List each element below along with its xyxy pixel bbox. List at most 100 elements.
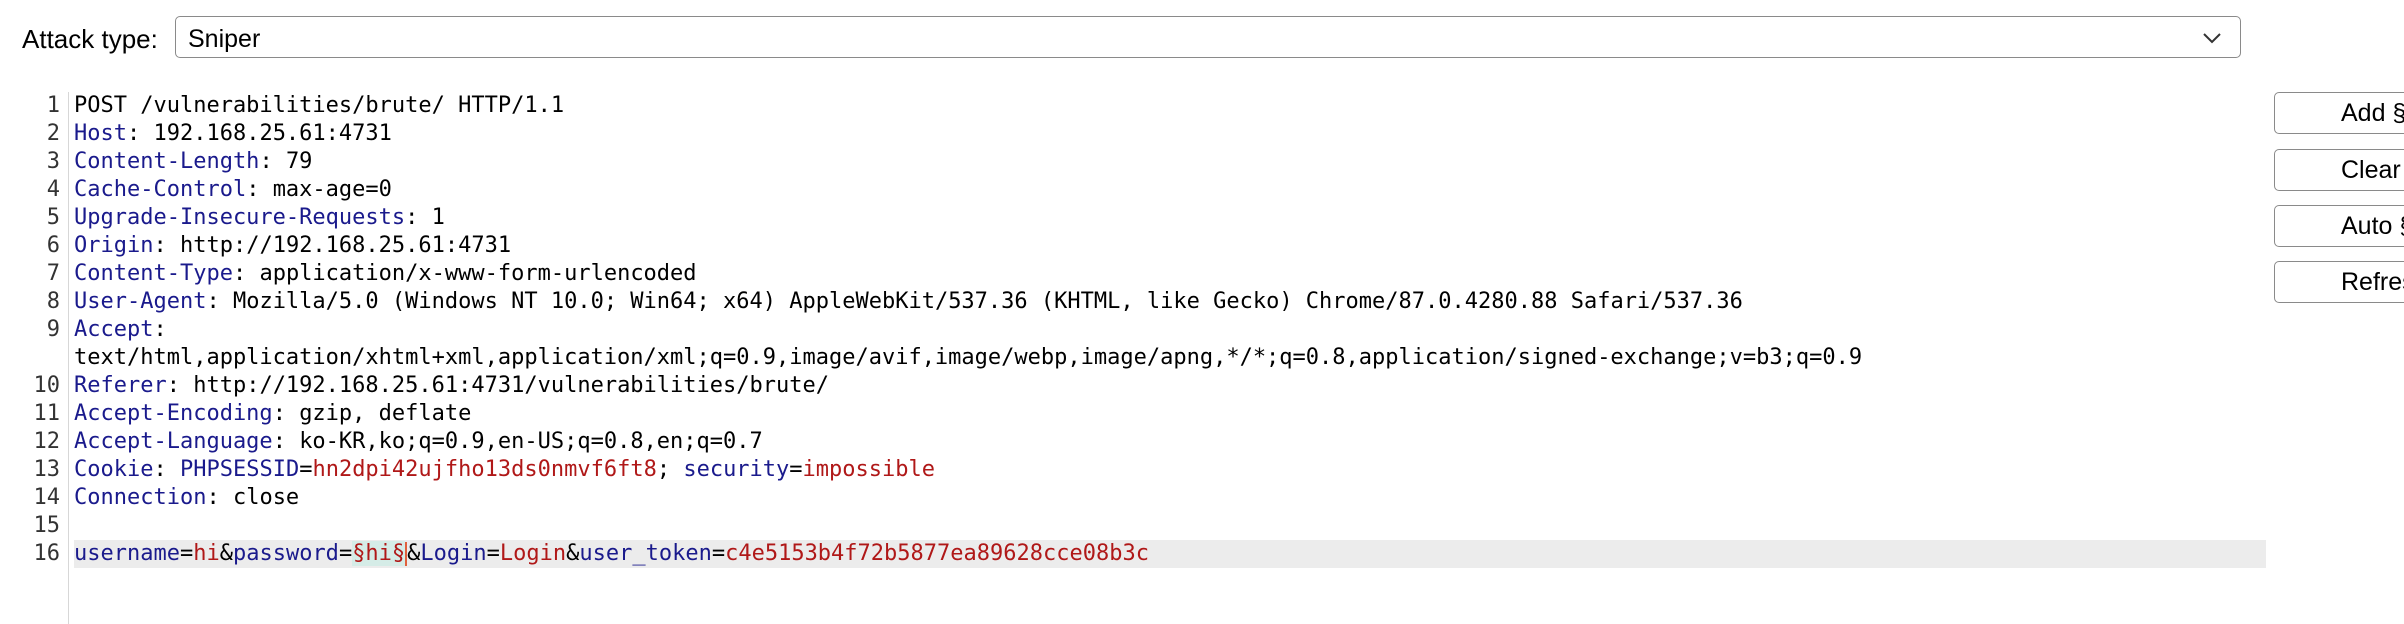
line-number: 6 [46, 233, 60, 258]
header-sep: : [272, 429, 300, 454]
request-editor[interactable]: 1 2 3 4 5 6 7 8 9 10 11 12 13 14 15 16 P… [22, 92, 2266, 624]
cookie-key: security [683, 457, 790, 482]
line-number: 4 [46, 177, 60, 202]
header-sep: : [232, 261, 260, 286]
header-line: User-Agent: Mozilla/5.0 (Windows NT 10.0… [74, 288, 1743, 316]
line-number: 5 [46, 205, 60, 230]
add-marker-button[interactable]: Add § [2274, 92, 2404, 134]
header-line: Referer: http://192.168.25.61:4731/vulne… [74, 372, 829, 400]
header-sep: : [153, 233, 180, 258]
ampersand: & [566, 541, 580, 566]
header-name: Referer [74, 373, 167, 398]
header-value: Mozilla/5.0 (Windows NT 10.0; Win64; x64… [232, 289, 1743, 314]
equals: = [711, 541, 726, 566]
header-name: Cookie [74, 457, 154, 482]
header-value: 1 [431, 205, 445, 230]
header-line: Connection: close [74, 484, 299, 512]
header-name: Accept [74, 317, 154, 342]
header-name: Cache-Control [74, 177, 247, 202]
header-line: Accept-Language: ko-KR,ko;q=0.9,en-US;q=… [74, 428, 763, 456]
equals: = [179, 541, 194, 566]
body-line: username=hi&password=§hi§&Login=Login&us… [74, 540, 2266, 568]
cookie-line: Cookie: PHPSESSID=hn2dpi42ujfho13ds0nmvf… [74, 456, 935, 484]
param-value: c4e5153b4f72b5877ea89628cce08b3c [725, 541, 1149, 566]
header-value: http://192.168.25.61:4731 [179, 233, 512, 258]
line-number: 10 [33, 373, 61, 398]
header-sep: : [126, 121, 154, 146]
line-number: 3 [46, 149, 60, 174]
equals: = [338, 541, 353, 566]
header-sep: : [272, 401, 300, 426]
header-value: 192.168.25.61:4731 [153, 121, 392, 146]
header-line: Content-Length: 79 [74, 148, 312, 176]
header-line: Origin: http://192.168.25.61:4731 [74, 232, 511, 260]
refresh-button[interactable]: Refresh [2274, 261, 2404, 303]
header-name: Upgrade-Insecure-Requests [74, 205, 406, 230]
request-line: POST /vulnerabilities/brute/ HTTP/1.1 [74, 92, 564, 120]
param-key: Login [420, 541, 487, 566]
header-name: User-Agent [74, 289, 207, 314]
line-number: 12 [33, 429, 61, 454]
header-value: ko-KR,ko;q=0.9,en-US;q=0.8,en;q=0.7 [299, 429, 763, 454]
separator: ; [656, 457, 684, 482]
line-number: 11 [33, 401, 61, 426]
header-sep: : [259, 149, 286, 174]
line-number: 8 [46, 289, 60, 314]
param-key: username [74, 541, 180, 566]
param-value: Login [499, 541, 567, 566]
line-number-gutter: 1 2 3 4 5 6 7 8 9 10 11 12 13 14 15 16 [22, 92, 69, 624]
header-sep: : [206, 289, 233, 314]
attack-type-select[interactable]: Sniper [175, 16, 2241, 58]
ampersand: & [407, 541, 421, 566]
attack-type-value: Sniper [188, 25, 261, 53]
header-value-wrapped: text/html,application/xhtml+xml,applicat… [74, 344, 1862, 372]
header-value: application/x-www-form-urlencoded [259, 261, 697, 286]
param-key: user_token [579, 541, 712, 566]
header-name: Connection [74, 485, 207, 510]
line-number: 9 [46, 317, 60, 342]
request-code[interactable]: POST /vulnerabilities/brute/ HTTP/1.1 Ho… [74, 92, 2266, 624]
attack-type-label: Attack type: [22, 24, 158, 54]
param-value: hi [193, 541, 220, 566]
line-number: 16 [33, 541, 61, 566]
header-line: Cache-Control: max-age=0 [74, 176, 392, 204]
header-name: Content-Type [74, 261, 233, 286]
header-name: Accept-Encoding [74, 401, 273, 426]
line-number: 1 [46, 93, 60, 118]
ampersand: & [219, 541, 233, 566]
header-value: http://192.168.25.61:4731/vulnerabilitie… [193, 373, 829, 398]
request-line-text: POST /vulnerabilities/brute/ HTTP/1.1 [74, 93, 565, 118]
header-sep: : [206, 485, 233, 510]
attack-type-row: Attack type: Sniper [0, 14, 2260, 64]
param-key: password [232, 541, 339, 566]
header-name: Origin [74, 233, 154, 258]
header-value: close [232, 485, 300, 510]
header-sep: : [153, 457, 180, 482]
clear-markers-button[interactable]: Clear § [2274, 149, 2404, 191]
cookie-key: PHPSESSID [179, 457, 300, 482]
header-line: Host: 192.168.25.61:4731 [74, 120, 392, 148]
auto-markers-button[interactable]: Auto § [2274, 205, 2404, 247]
cookie-value: hn2dpi42ujfho13ds0nmvf6ft8 [312, 457, 657, 482]
line-number: 14 [33, 485, 61, 510]
equals: = [299, 457, 313, 482]
header-name: Host [74, 121, 127, 146]
header-line: Content-Type: application/x-www-form-url… [74, 260, 697, 288]
accept-value: text/html,application/xhtml+xml,applicat… [74, 345, 1863, 370]
line-number: 15 [33, 513, 61, 538]
header-value: 79 [285, 149, 313, 174]
equals: = [789, 457, 803, 482]
chevron-down-icon [2203, 33, 2221, 44]
header-value: max-age=0 [272, 177, 392, 202]
header-sep: : [166, 373, 194, 398]
header-sep: : [405, 205, 432, 230]
header-line: Accept: [74, 316, 167, 344]
line-number: 13 [33, 457, 61, 482]
payload-position-marker[interactable]: §hi§ [352, 541, 406, 566]
line-number: 7 [46, 261, 60, 286]
equals: = [486, 541, 500, 566]
header-value: gzip, deflate [299, 401, 472, 426]
header-name: Content-Length [74, 149, 260, 174]
header-line: Accept-Encoding: gzip, deflate [74, 400, 471, 428]
header-line: Upgrade-Insecure-Requests: 1 [74, 204, 445, 232]
